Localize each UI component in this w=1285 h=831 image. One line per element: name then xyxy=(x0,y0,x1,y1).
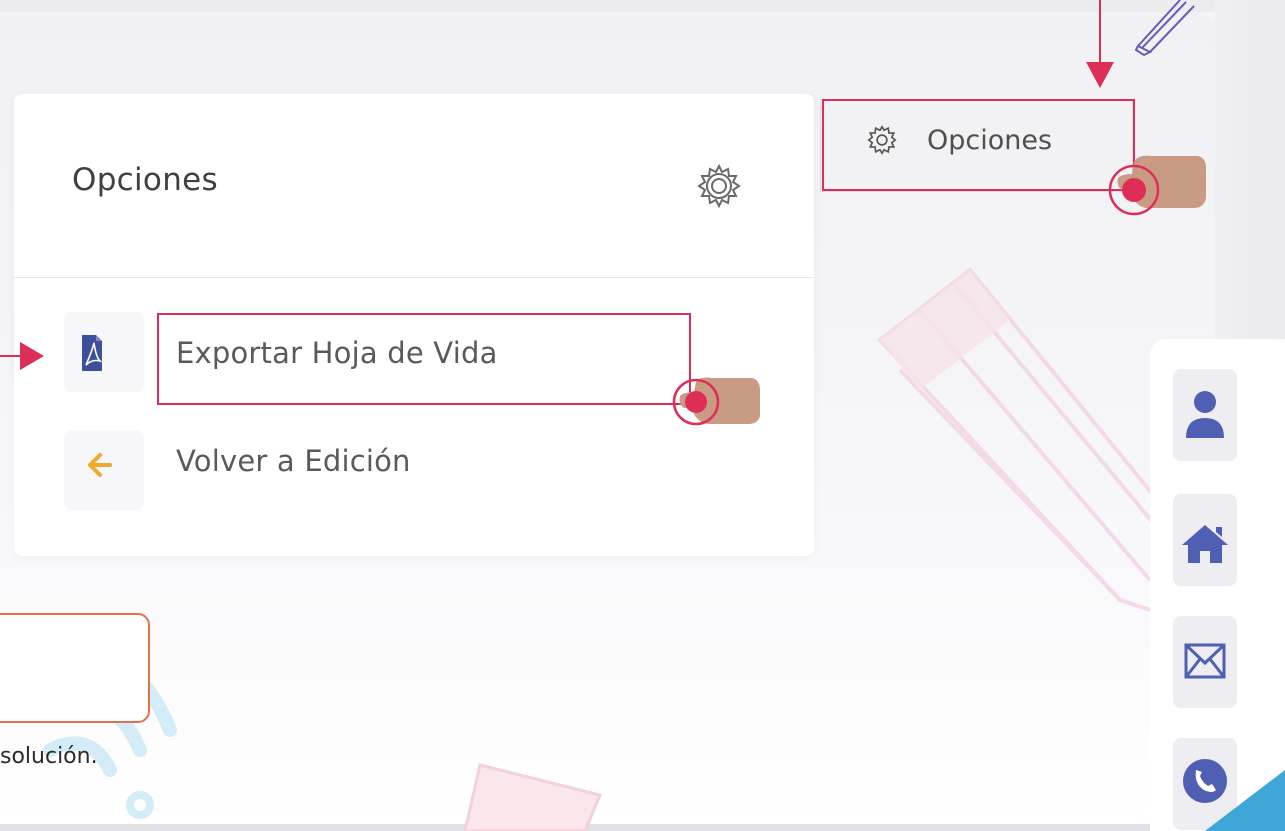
menu-icon-box-export xyxy=(64,312,144,392)
hand-pointer-icon xyxy=(1108,155,1206,216)
gear-icon[interactable] xyxy=(696,163,742,209)
tip-box xyxy=(0,613,150,723)
hand-pointer-icon xyxy=(672,377,760,426)
home-icon xyxy=(1182,525,1228,563)
user-icon xyxy=(1186,391,1224,438)
highlight-frame-opciones xyxy=(822,99,1135,191)
tip-text: solución. xyxy=(0,744,98,769)
arrow-down-icon xyxy=(1086,0,1114,88)
card-title: Opciones xyxy=(72,162,218,198)
bottom-band xyxy=(0,824,1285,831)
pdf-file-icon xyxy=(82,335,103,371)
highlight-frame-export xyxy=(157,313,691,405)
mail-icon xyxy=(1184,643,1226,679)
arrow-left-icon[interactable] xyxy=(76,445,136,485)
arrow-right-icon xyxy=(0,342,44,370)
corner-accent xyxy=(1205,770,1285,831)
menu-item-back[interactable]: Volver a Edición xyxy=(176,444,411,478)
